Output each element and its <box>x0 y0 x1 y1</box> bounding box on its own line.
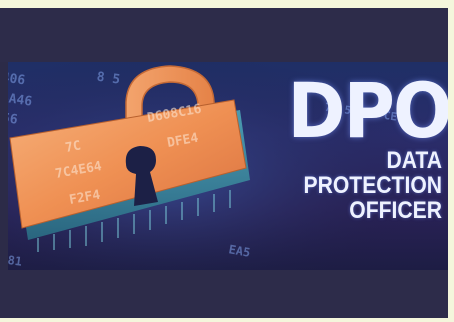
svg-text:406: 406 <box>8 70 26 88</box>
svg-text:181: 181 <box>8 252 23 269</box>
dpo-heading: DPO DATA PROTECTION OFFICER <box>274 66 448 224</box>
subtitle-protection: PROTECTION <box>303 172 442 199</box>
top-letterbox-bar <box>0 8 448 62</box>
dpo-title: DPO <box>287 66 448 155</box>
subtitle-officer: OFFICER <box>349 197 442 224</box>
subtitle-data: DATA <box>386 147 442 174</box>
bottom-letterbox-bar <box>0 270 448 318</box>
image-frame: 406 4A46 C56 8 5 EA5 414448 181 7E 5 9 6… <box>0 8 448 318</box>
svg-text:4A46: 4A46 <box>8 90 33 109</box>
dpo-banner-image: 406 4A46 C56 8 5 EA5 414448 181 7E 5 9 6… <box>8 62 448 270</box>
svg-text:7C: 7C <box>64 138 82 155</box>
